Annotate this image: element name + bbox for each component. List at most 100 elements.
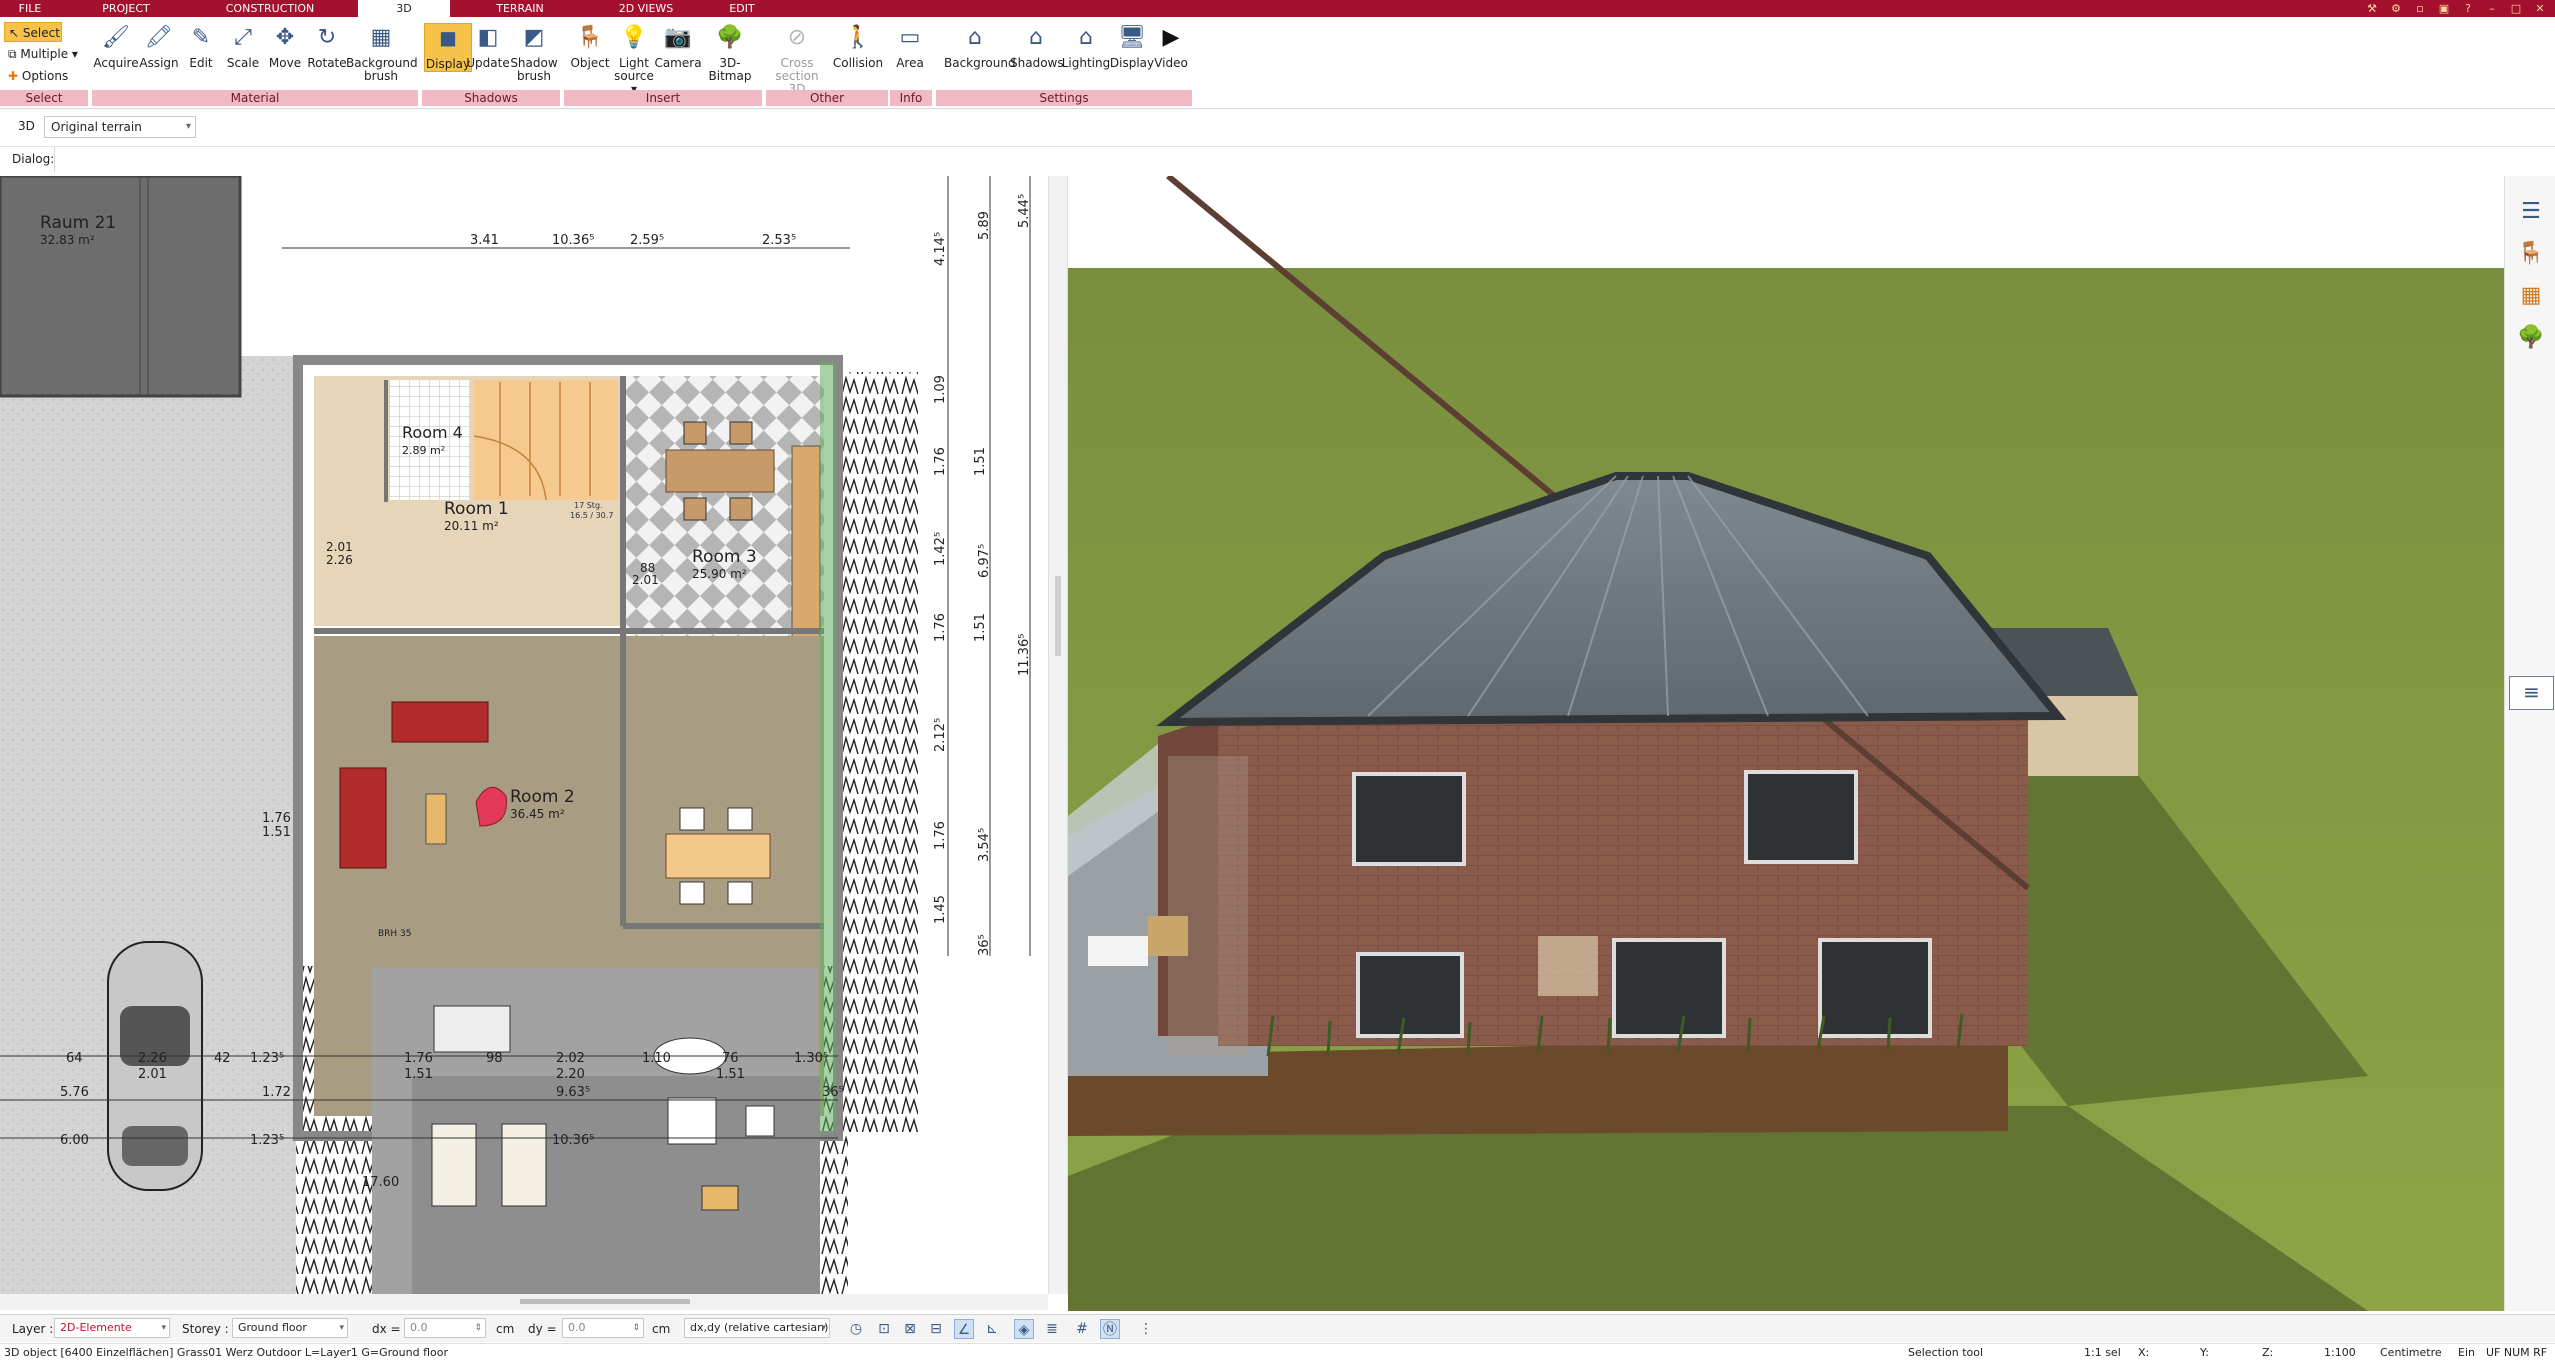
dialog-input[interactable] bbox=[54, 147, 2555, 172]
assign-button[interactable]: 🖍 Assign bbox=[135, 23, 183, 70]
materials-icon[interactable]: ▦ bbox=[2517, 282, 2545, 310]
settings-icon[interactable]: ⚙ bbox=[2387, 2, 2405, 15]
spinner-icon[interactable]: ⇕ bbox=[632, 1319, 640, 1337]
room-name-room2: Room 2 bbox=[510, 787, 575, 807]
lounger-2 bbox=[501, 1123, 547, 1207]
storey-select[interactable]: Ground floor ▾ bbox=[232, 1318, 348, 1338]
furniture-icon[interactable]: 🪑 bbox=[2517, 240, 2545, 268]
edit-material-button[interactable]: ✎ Edit bbox=[177, 23, 225, 70]
dim-b3-3: 9.63⁵ bbox=[556, 1085, 590, 1100]
camera-button[interactable]: 📷 Camera bbox=[654, 23, 702, 70]
tab-3d[interactable]: 3D bbox=[358, 0, 450, 17]
multiple-dropdown[interactable]: ⧉ Multiple ▾ bbox=[4, 44, 78, 64]
terrain-select[interactable]: Original terrain ▾ bbox=[44, 116, 196, 138]
right-tool-strip: ☰ 🪑 ▦ 🌳 ≡ bbox=[2504, 176, 2555, 1311]
tab-edit[interactable]: EDIT bbox=[712, 0, 772, 17]
layers-toggle-icon[interactable]: ≣ bbox=[1042, 1319, 1062, 1339]
cross-section-3d-button[interactable]: ⊘ Cross section 3D bbox=[768, 23, 826, 96]
window-upper-left bbox=[1352, 772, 1466, 866]
collision-button[interactable]: 🚶 Collision bbox=[830, 23, 886, 70]
options-button[interactable]: ✚ Options bbox=[4, 66, 68, 86]
north-icon[interactable]: Ⓝ bbox=[1100, 1319, 1120, 1339]
panel-toggle-icon[interactable]: ≡ bbox=[2509, 676, 2554, 710]
3d-bitmap-button[interactable]: 🌳 3D-Bitmap bbox=[700, 23, 760, 83]
maximize-icon[interactable]: □ bbox=[2507, 2, 2525, 15]
snap-icon[interactable]: ⊡ bbox=[874, 1319, 894, 1339]
monitor-icon: 🖥 bbox=[1118, 25, 1146, 50]
dim-right-10: 1.51 bbox=[973, 613, 988, 642]
video-button[interactable]: ▶ Video bbox=[1148, 23, 1194, 70]
acquire-button[interactable]: 🖌 Acquire bbox=[92, 23, 140, 70]
layers-icon[interactable]: ☰ bbox=[2517, 198, 2545, 226]
group-label-shadows: Shadows bbox=[422, 90, 562, 106]
floor-plan-viewport[interactable]: Raum 21 32.83 m² Room 4 2.89 m² Room 1 2… bbox=[0, 176, 1048, 1294]
dy-unit: cm bbox=[652, 1322, 671, 1336]
scale-button[interactable]: ⤢ Scale bbox=[219, 23, 267, 70]
coordinate-mode-select[interactable]: dx,dy (relative cartesian) ▾ bbox=[684, 1318, 830, 1338]
more-icon[interactable]: ⋮ bbox=[1136, 1319, 1156, 1339]
move-button[interactable]: ✥ Move bbox=[261, 23, 309, 70]
dim-right-13: 1.76 bbox=[933, 821, 948, 850]
close-icon[interactable]: ✕ bbox=[2531, 2, 2549, 15]
plants-icon[interactable]: 🌳 bbox=[2517, 324, 2545, 352]
scrollbar-thumb[interactable] bbox=[520, 1299, 690, 1304]
window-icon[interactable]: ▣ bbox=[2435, 2, 2453, 15]
light-source-button[interactable]: 💡 Light source ▾ bbox=[610, 23, 658, 96]
dim-right-2: 4.14⁵ bbox=[933, 232, 948, 266]
shadow-brush-button[interactable]: ◩ Shadow brush bbox=[509, 23, 559, 83]
car bbox=[107, 941, 203, 1191]
object-button[interactable]: 🪑 Object bbox=[566, 23, 614, 70]
rotate-button[interactable]: ↻ Rotate bbox=[303, 23, 351, 70]
dim-side-2: 1.51 bbox=[262, 825, 291, 840]
cursor-icon: ↖ bbox=[9, 26, 20, 40]
status-message: 3D object [6400 Einzelflächen] Grass01 W… bbox=[4, 1346, 448, 1359]
ortho-icon[interactable]: ⊾ bbox=[982, 1319, 1002, 1339]
update-shadows-button[interactable]: ◧ Update bbox=[464, 23, 512, 70]
background-icon: ⌂ bbox=[968, 25, 982, 50]
dim-right-11: 11.36⁵ bbox=[1017, 634, 1032, 676]
restore-icon[interactable]: ▫ bbox=[2411, 2, 2429, 15]
snap-object-icon[interactable]: ⊠ bbox=[900, 1319, 920, 1339]
spinner-icon[interactable]: ⇕ bbox=[474, 1319, 482, 1337]
layer-select[interactable]: 2D-Elemente ▾ bbox=[54, 1318, 170, 1338]
stairs bbox=[474, 380, 618, 500]
shadows-settings-button[interactable]: ⌂ Shadows bbox=[1010, 23, 1064, 70]
dim-b1-10: 1.30⁵ bbox=[794, 1051, 828, 1066]
snap-wall-icon[interactable]: ⊟ bbox=[926, 1319, 946, 1339]
lighting-settings-button[interactable]: ⌂ Lighting bbox=[1060, 23, 1112, 70]
3d-viewport[interactable] bbox=[1068, 176, 2504, 1311]
select-button[interactable]: ↖ Select bbox=[4, 22, 62, 42]
tools-icon[interactable]: ⚒ bbox=[2363, 2, 2381, 15]
view-bar: 3D Original terrain ▾ bbox=[0, 113, 2555, 141]
storey-label: Storey : bbox=[182, 1322, 229, 1336]
dim-right-6: 1.51 bbox=[973, 447, 988, 476]
dim-top-4: 2.53⁵ bbox=[762, 233, 796, 248]
status-flags: UF NUM RF bbox=[2486, 1346, 2548, 1359]
dim-b4-2: 1.23⁵ bbox=[250, 1133, 284, 1148]
grid-icon[interactable]: # bbox=[1072, 1319, 1092, 1339]
tab-2d-views[interactable]: 2D VIEWS bbox=[596, 0, 696, 17]
fill-icon[interactable]: ◈ bbox=[1014, 1319, 1034, 1339]
viewport-splitter[interactable] bbox=[1048, 176, 1068, 1294]
tab-file[interactable]: FILE bbox=[0, 0, 60, 17]
clock-icon[interactable]: ◷ bbox=[846, 1319, 866, 1339]
angle-snap-icon[interactable]: ∠ bbox=[954, 1319, 974, 1339]
dy-input[interactable]: 0.0 ⇕ bbox=[562, 1318, 644, 1338]
dim-right-8: 6.97⁵ bbox=[977, 544, 992, 578]
door-dim-1b: 2.26 bbox=[326, 553, 353, 567]
area-button[interactable]: ▭ Area bbox=[886, 23, 934, 70]
background-settings-button[interactable]: ⌂ Background bbox=[944, 23, 1016, 70]
minimize-icon[interactable]: – bbox=[2483, 2, 2501, 15]
tab-terrain[interactable]: TERRAIN bbox=[470, 0, 570, 17]
plan-horizontal-scrollbar[interactable] bbox=[0, 1294, 1048, 1310]
background-brush-button[interactable]: ▦ Background brush bbox=[346, 23, 418, 83]
cube-update-icon: ◧ bbox=[477, 25, 499, 50]
dim-b2-2: 1.51 bbox=[404, 1067, 433, 1082]
house-shadow-icon: ⌂ bbox=[1029, 25, 1043, 50]
splitter-thumb[interactable] bbox=[1055, 576, 1061, 656]
help-icon[interactable]: ? bbox=[2459, 2, 2477, 15]
dx-input[interactable]: 0.0 ⇕ bbox=[404, 1318, 486, 1338]
dim-b3-4: 36⁵ bbox=[822, 1085, 844, 1100]
tab-construction[interactable]: CONSTRUCTION bbox=[200, 0, 340, 17]
tab-project[interactable]: PROJECT bbox=[66, 0, 186, 17]
